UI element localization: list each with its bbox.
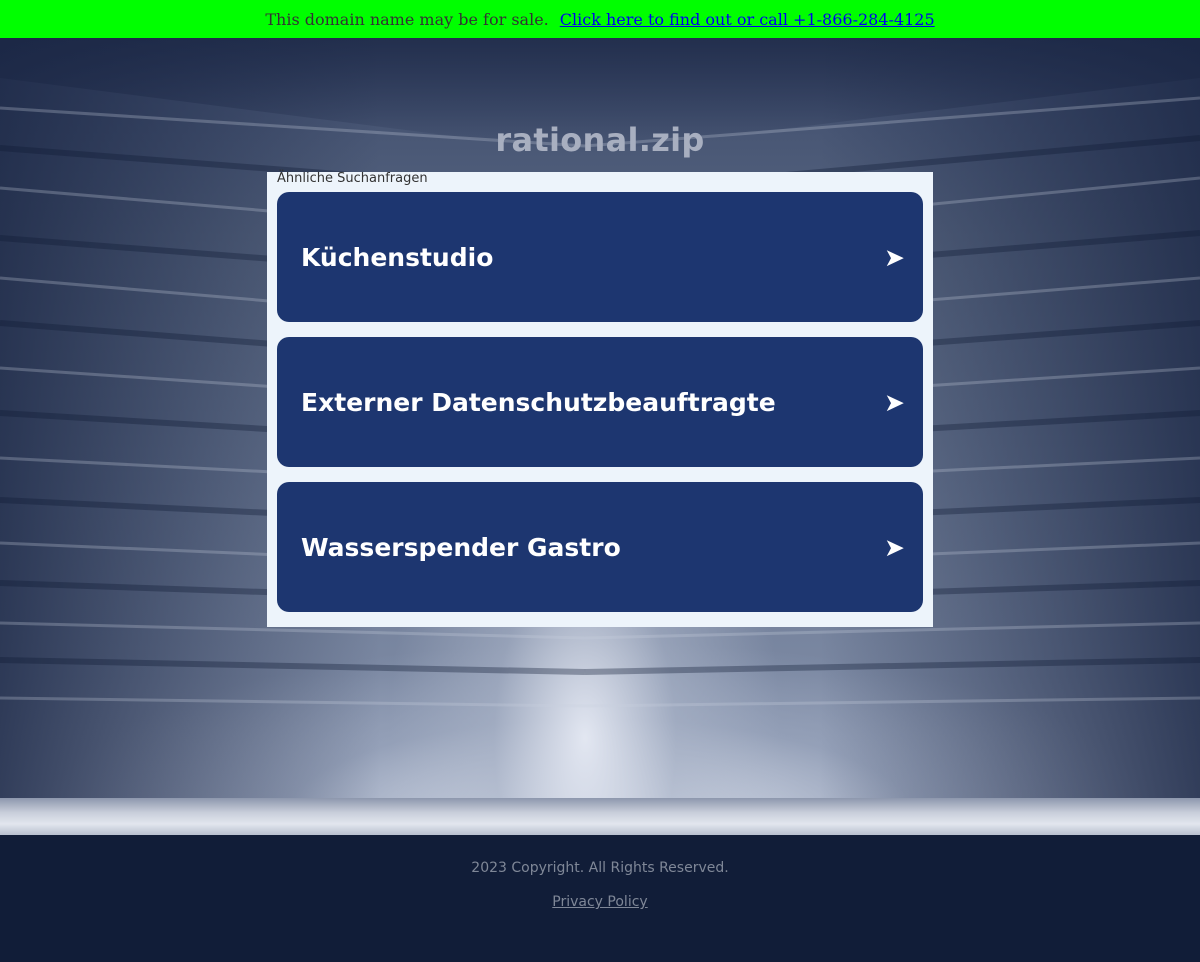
footer: 2023 Copyright. All Rights Reserved. Pri… [0,835,1200,962]
search-result-link[interactable]: Externer Datenschutzbeauftragte ➤ [277,337,923,467]
arrow-right-icon: ➤ [884,387,905,417]
search-result-link[interactable]: Wasserspender Gastro ➤ [277,482,923,612]
privacy-policy-link[interactable]: Privacy Policy [552,894,647,910]
search-result-label: Wasserspender Gastro [301,532,621,562]
copyright-text: 2023 Copyright. All Rights Reserved. [471,860,729,876]
site-title: rational.zip [495,121,705,159]
search-result-link[interactable]: Küchenstudio ➤ [277,192,923,322]
search-result-label: Externer Datenschutzbeauftragte [301,387,776,417]
arrow-right-icon: ➤ [884,532,905,562]
arrow-right-icon: ➤ [884,242,905,272]
related-searches-heading: Ähnliche Suchanfragen [277,171,428,186]
for-sale-banner: This domain name may be for sale. Click … [0,0,1200,38]
privacy-policy-container: Privacy Policy [0,894,1200,910]
search-result-label: Küchenstudio [301,242,494,272]
stage-floor [0,798,1200,835]
for-sale-link[interactable]: Click here to find out or call +1-866-28… [560,10,935,29]
for-sale-text: This domain name may be for sale. [265,9,549,29]
related-searches-panel: Ähnliche Suchanfragen Küchenstudio ➤ Ext… [267,172,933,627]
